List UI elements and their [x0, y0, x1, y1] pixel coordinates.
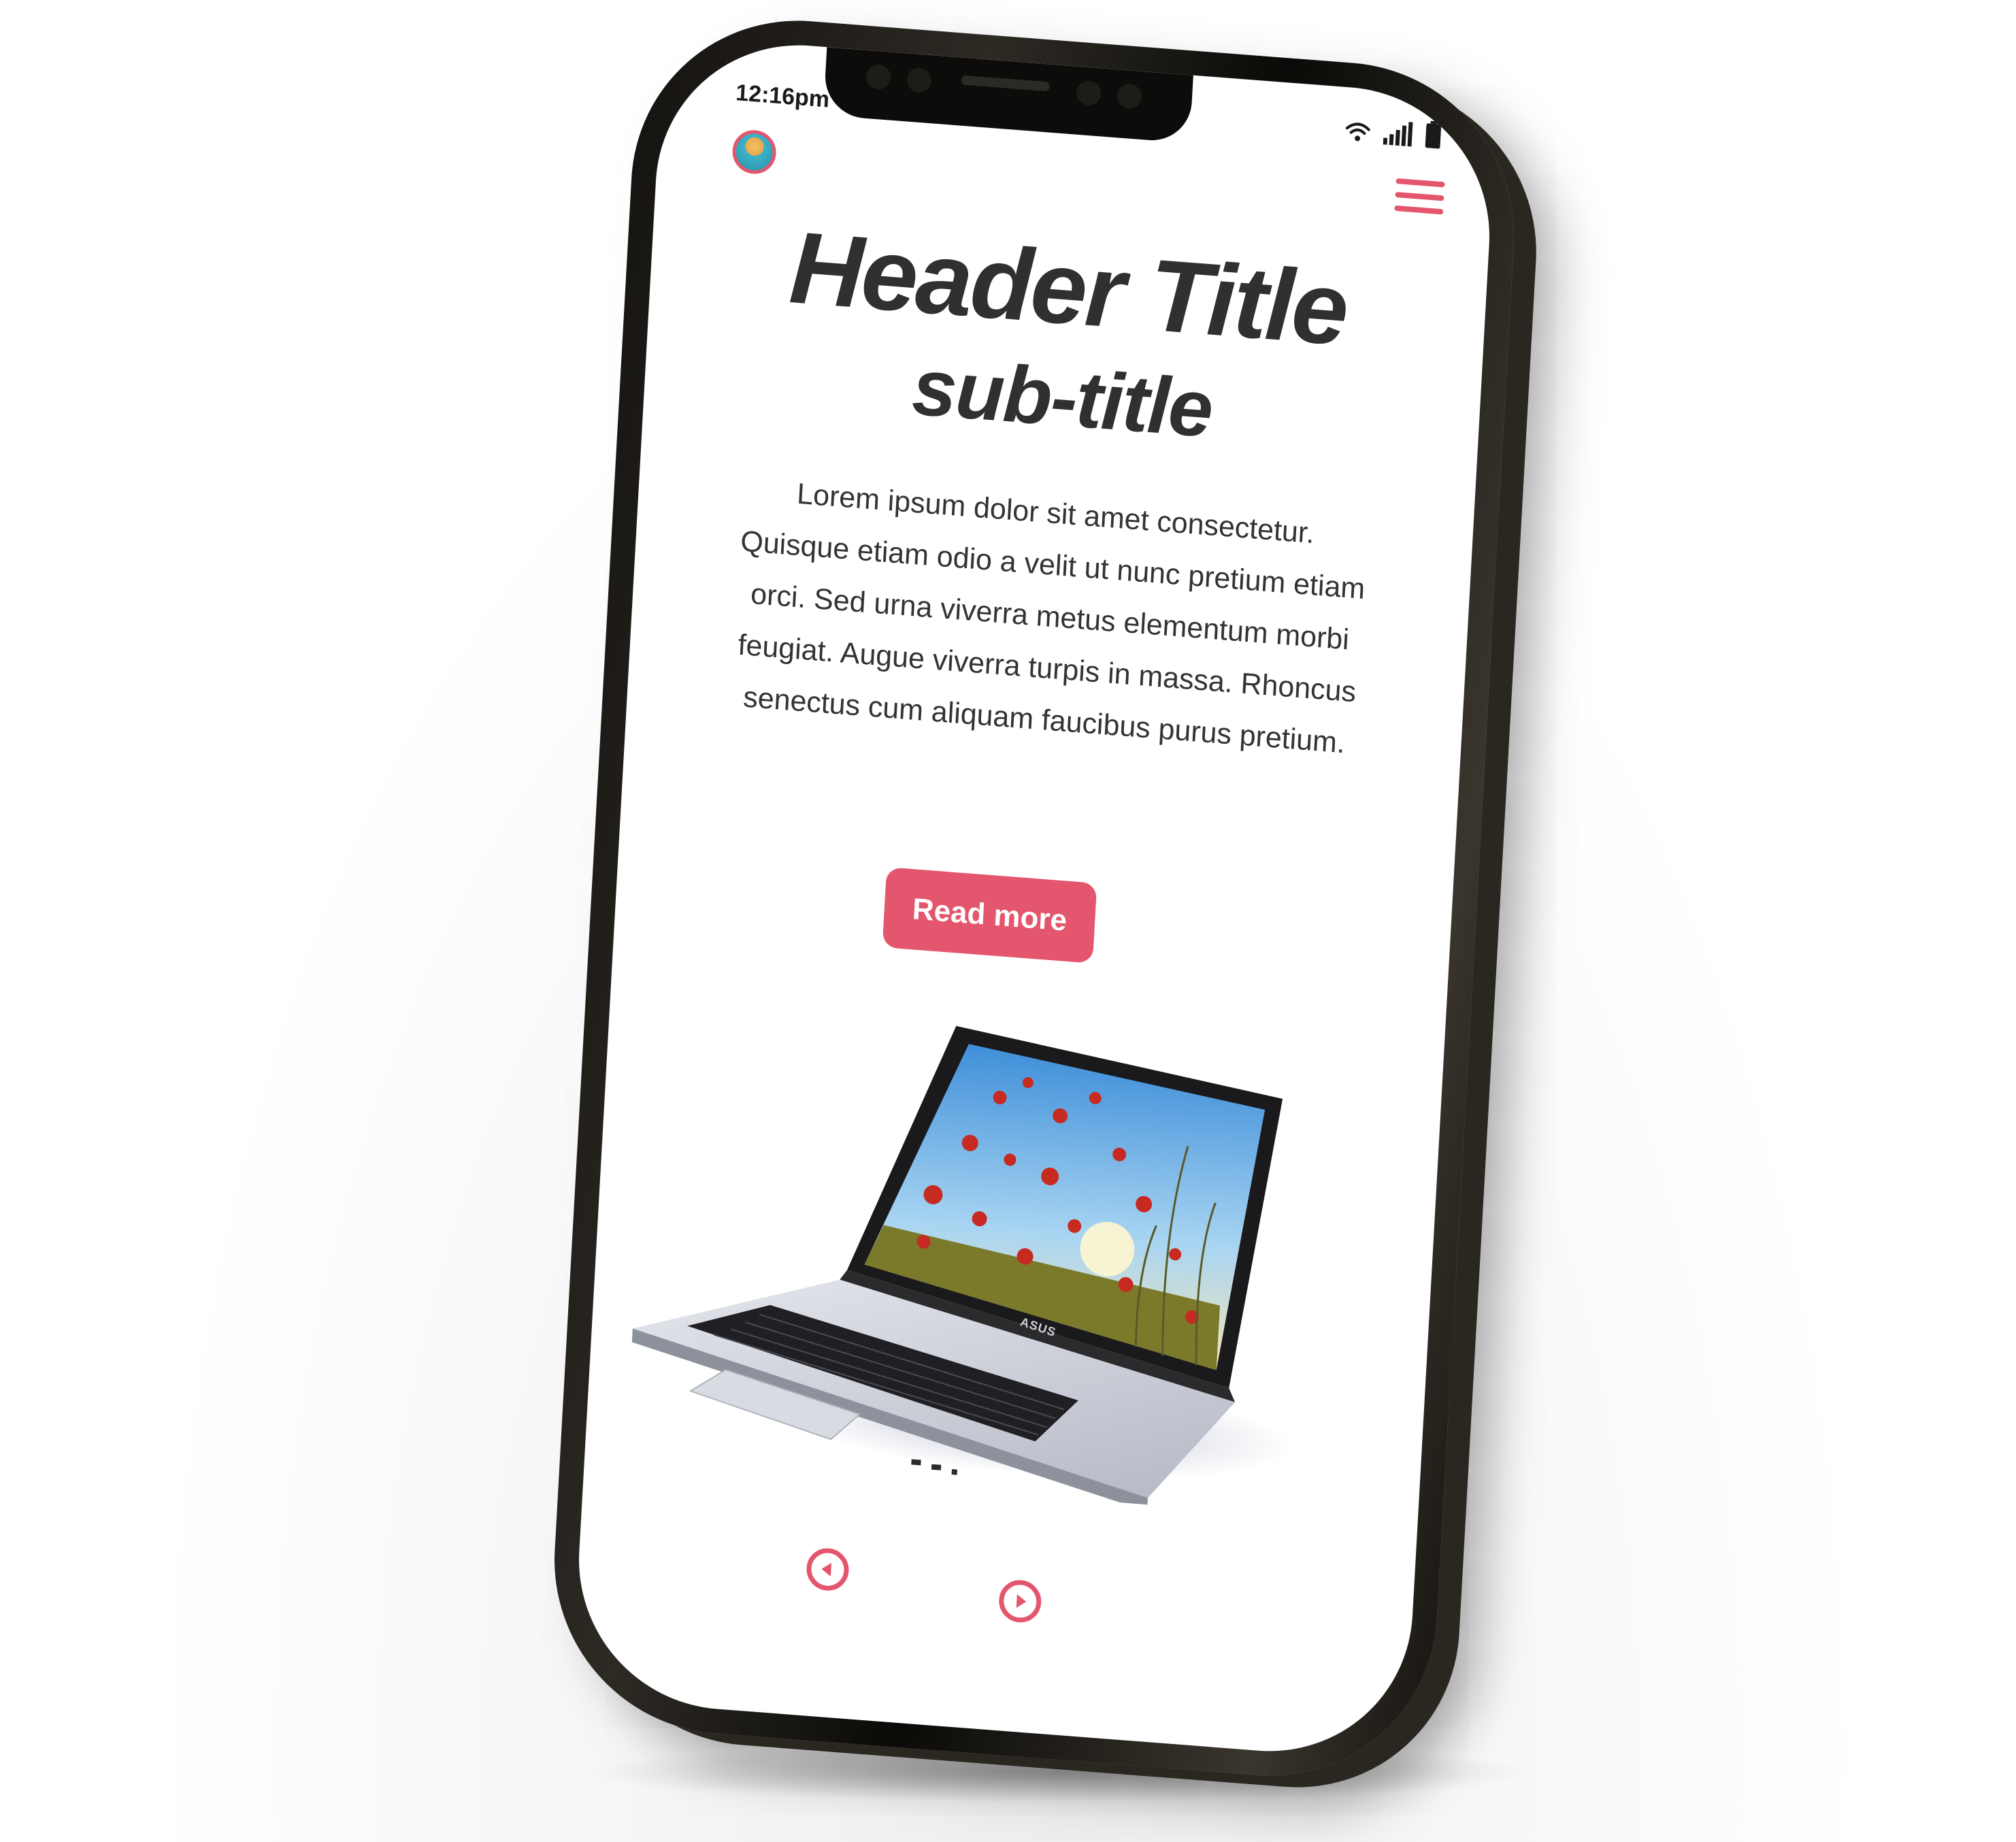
arrow-right-circle-icon[interactable]: [997, 1578, 1042, 1624]
wifi-icon: [1345, 122, 1370, 142]
hamburger-menu-icon[interactable]: [1394, 173, 1445, 220]
mockup-background: 12:16pm Header Title sub-title Lorem ips…: [0, 0, 2016, 1842]
laptop-illustration: [631, 1025, 1294, 1512]
body-paragraph: Lorem ipsum dolor sit amet consectetur. …: [737, 477, 1366, 760]
signal-icon: [1383, 122, 1413, 147]
camera-dot: [1076, 80, 1102, 107]
sensor-dot: [865, 63, 891, 91]
arrow-left-circle-icon[interactable]: [805, 1547, 850, 1592]
status-icons: [1344, 114, 1442, 149]
laptop-image: ASUS: [625, 989, 1330, 1517]
sensor-dot: [1117, 83, 1142, 110]
phone-screen: 12:16pm Header Title sub-title Lorem ips…: [571, 34, 1498, 1762]
battery-icon: [1425, 120, 1442, 149]
earpiece-speaker: [961, 75, 1050, 92]
sensor-dot: [906, 67, 932, 94]
prev-triangle-icon: [821, 1562, 832, 1577]
next-triangle-icon: [1016, 1594, 1027, 1608]
phone-device: 12:16pm Header Title sub-title Lorem ips…: [545, 8, 1523, 1788]
status-time: 12:16pm: [735, 80, 831, 113]
avatar[interactable]: [731, 129, 778, 176]
read-more-button[interactable]: Read more: [882, 867, 1097, 964]
